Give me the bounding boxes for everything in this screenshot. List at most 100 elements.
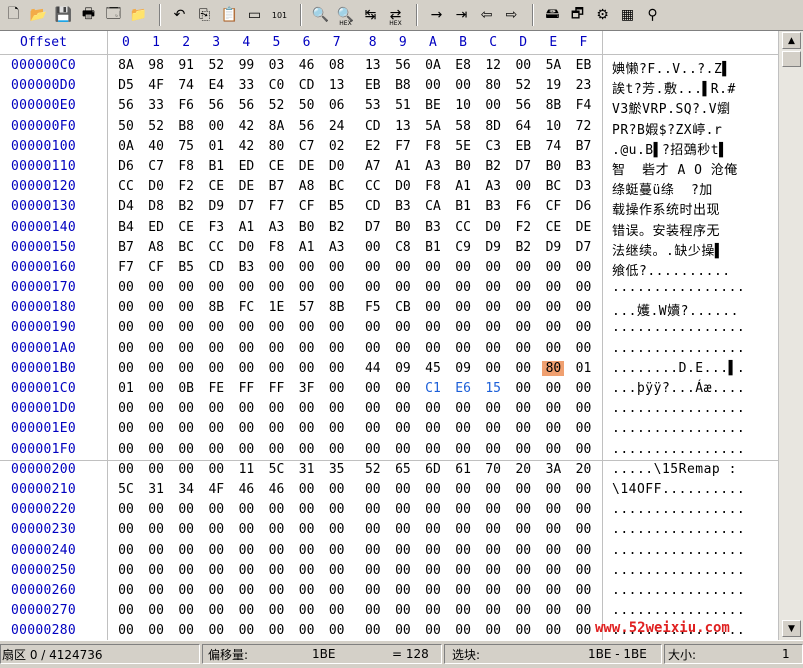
hex-row[interactable]: 000001D0 00 00 00 00 00 00 00 00 00 00 00 00 00 00 00 00… [0, 399, 778, 419]
hex-byte[interactable]: D6 [573, 199, 595, 214]
hex-byte[interactable]: D6 [115, 159, 137, 174]
hex-byte[interactable]: 00 [326, 401, 348, 416]
hex-byte[interactable]: 00 [145, 543, 167, 558]
hex-byte[interactable]: CE [205, 179, 227, 194]
hex-byte[interactable]: 00 [452, 300, 474, 315]
hex-row[interactable]: 00000200 00 00 00 00 11 5C 31 35 52 65 6D 61 70 20 3A 20… [0, 460, 778, 480]
hex-byte[interactable]: 8B [326, 300, 348, 315]
hex-byte[interactable]: 00 [422, 603, 444, 618]
calculator-button[interactable]: ▦ [616, 4, 639, 27]
hex-byte[interactable]: 34 [175, 482, 197, 497]
hex-byte[interactable]: 00 [482, 98, 504, 113]
hex-byte[interactable]: ED [145, 220, 167, 235]
hex-byte[interactable]: 00 [512, 482, 534, 497]
hex-row[interactable]: 00000190 00 00 00 00 00 00 00 00 00 00 00 00 00 00 00 00… [0, 318, 778, 338]
hex-byte[interactable]: CE [266, 159, 288, 174]
hex-byte[interactable]: CF [145, 260, 167, 275]
hex-byte[interactable]: 00 [482, 442, 504, 457]
hex-byte[interactable]: 00 [266, 442, 288, 457]
hex-byte[interactable]: 00 [175, 300, 197, 315]
hex-byte[interactable]: 00 [115, 442, 137, 457]
hex-byte[interactable]: E2 [362, 139, 384, 154]
hex-byte[interactable]: A8 [296, 179, 318, 194]
hex-byte[interactable]: 00 [205, 341, 227, 356]
hex-byte[interactable]: 00 [542, 522, 564, 537]
hex-byte[interactable]: 00 [512, 401, 534, 416]
hex-byte[interactable]: A3 [266, 220, 288, 235]
hex-byte[interactable]: 52 [512, 78, 534, 93]
hex-byte[interactable]: 00 [362, 583, 384, 598]
hex-byte[interactable]: 40 [145, 139, 167, 154]
hex-byte[interactable]: D0 [392, 179, 414, 194]
hex-byte[interactable]: 00 [482, 421, 504, 436]
row-offset[interactable]: 00000150 [11, 240, 76, 255]
hex-byte[interactable]: 42 [235, 139, 257, 154]
hex-byte[interactable]: B5 [175, 260, 197, 275]
hex-byte[interactable]: 00 [326, 563, 348, 578]
hex-byte[interactable]: 00 [512, 280, 534, 295]
hex-byte[interactable]: 00 [482, 320, 504, 335]
hex-byte[interactable]: B5 [326, 199, 348, 214]
hex-byte[interactable]: 00 [175, 442, 197, 457]
hex-byte[interactable]: 00 [205, 462, 227, 477]
ascii-text[interactable]: 婰懒?F..V..?.Z▌ [612, 58, 731, 77]
hex-byte[interactable]: 03 [266, 58, 288, 73]
hex-byte[interactable]: D4 [115, 199, 137, 214]
ascii-text[interactable]: 错误。安装程序无 [612, 220, 720, 239]
hex-byte[interactable]: 06 [326, 98, 348, 113]
hex-byte[interactable]: 33 [145, 98, 167, 113]
hex-byte[interactable]: 00 [175, 341, 197, 356]
row-offset[interactable]: 00000180 [11, 300, 76, 315]
disk-button[interactable]: 🖴 [541, 4, 564, 27]
hex-byte[interactable]: 00 [452, 401, 474, 416]
hex-byte[interactable]: 52 [145, 119, 167, 134]
hex-byte[interactable]: D9 [482, 240, 504, 255]
hex-byte[interactable]: 23 [573, 78, 595, 93]
hex-byte[interactable]: 44 [362, 361, 384, 376]
hex-row[interactable]: 00000240 00 00 00 00 00 00 00 00 00 00 00 00 00 00 00 00… [0, 541, 778, 561]
hex-byte[interactable]: 00 [482, 543, 504, 558]
hex-byte[interactable]: 00 [235, 623, 257, 638]
hex-byte[interactable]: 56 [392, 58, 414, 73]
hex-byte[interactable]: C9 [452, 240, 474, 255]
hex-byte[interactable]: 61 [452, 462, 474, 477]
hex-byte[interactable]: CB [392, 300, 414, 315]
hex-byte[interactable]: 00 [422, 502, 444, 517]
hex-row[interactable]: 00000120 CC D0 F2 CE DE B7 A8 BC CC D0 F8 A1 A3 00 BC D3… [0, 177, 778, 198]
hex-row[interactable]: 00000130 D4 D8 B2 D9 D7 F7 CF B5 CD B3 CA B1 B3 F6 CF D6… [0, 197, 778, 218]
hex-byte[interactable]: 00 [115, 361, 137, 376]
hex-byte[interactable]: 00 [482, 583, 504, 598]
hex-byte[interactable]: 02 [326, 139, 348, 154]
hex-byte[interactable]: D0 [145, 179, 167, 194]
hex-byte[interactable]: 00 [392, 482, 414, 497]
hex-byte[interactable]: B3 [392, 199, 414, 214]
hex-byte[interactable]: FF [266, 381, 288, 396]
hex-byte[interactable]: 00 [512, 563, 534, 578]
hex-byte[interactable]: 00 [296, 563, 318, 578]
paste-button[interactable]: 📋 [218, 4, 241, 27]
hex-byte[interactable]: 00 [392, 442, 414, 457]
row-offset[interactable]: 00000260 [11, 583, 76, 598]
hex-byte[interactable]: 00 [266, 260, 288, 275]
hex-byte[interactable]: 72 [573, 119, 595, 134]
hex-byte[interactable]: 13 [326, 78, 348, 93]
hex-byte[interactable]: 20 [512, 462, 534, 477]
hex-byte[interactable]: 00 [573, 260, 595, 275]
search-button[interactable]: ⚲ [641, 4, 664, 27]
hex-byte[interactable]: 00 [326, 442, 348, 457]
hex-byte[interactable]: D0 [482, 220, 504, 235]
hex-byte[interactable]: EB [573, 58, 595, 73]
hex-byte[interactable]: 00 [296, 260, 318, 275]
hex-byte[interactable]: 00 [392, 502, 414, 517]
hex-byte[interactable]: 99 [235, 58, 257, 73]
hex-row[interactable]: 00000170 00 00 00 00 00 00 00 00 00 00 00 00 00 00 00 00… [0, 278, 778, 298]
hex-byte[interactable]: F2 [175, 179, 197, 194]
hex-byte[interactable]: B2 [326, 220, 348, 235]
hex-byte[interactable]: 00 [482, 482, 504, 497]
hex-byte[interactable]: D9 [205, 199, 227, 214]
row-offset[interactable]: 000001C0 [11, 381, 76, 396]
hex-byte[interactable]: CD [296, 78, 318, 93]
hex-byte[interactable]: 00 [205, 421, 227, 436]
ascii-text[interactable]: ................ [612, 442, 745, 457]
hex-byte[interactable]: EB [362, 78, 384, 93]
